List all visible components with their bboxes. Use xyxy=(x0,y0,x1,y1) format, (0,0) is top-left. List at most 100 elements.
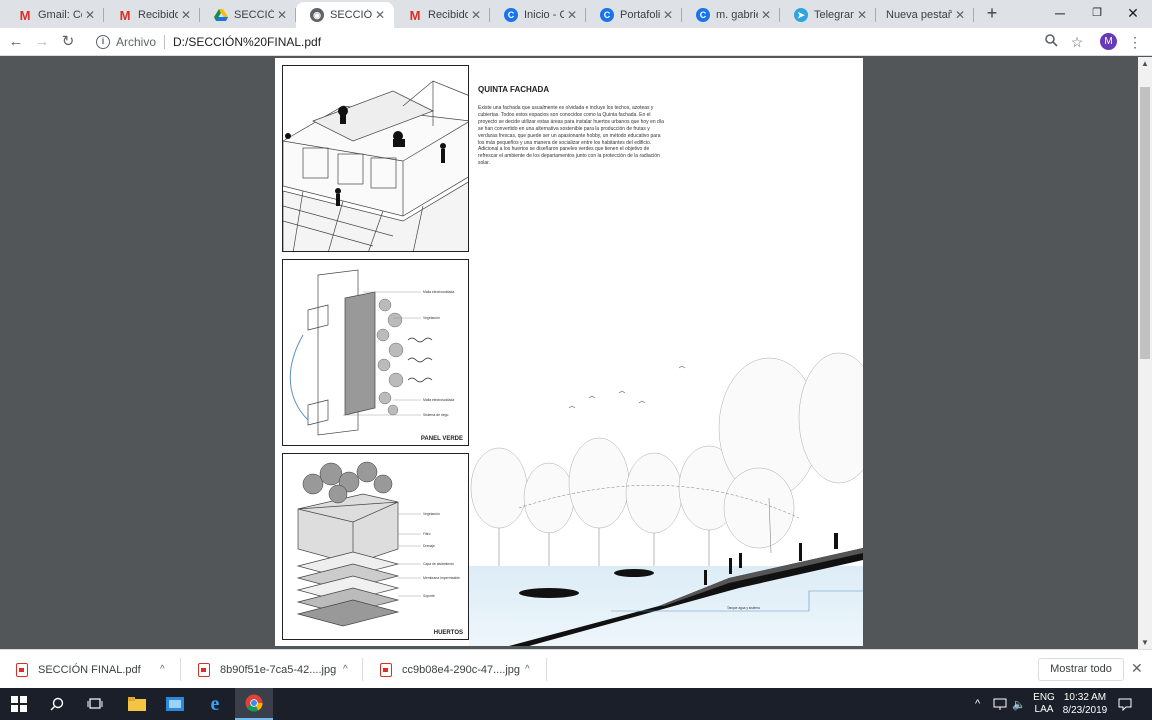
close-icon[interactable]: ✕ xyxy=(854,8,870,22)
tab-title: SECCIÓN xyxy=(234,9,274,21)
tab-telegram[interactable]: ➤ Telegram ✕ xyxy=(780,2,876,28)
green-panel-drawing: Malla electrosoldada Vegetación Malla el… xyxy=(282,259,469,446)
tab-nueva-pestana[interactable]: Nueva pestaña ✕ xyxy=(876,2,974,28)
windows-taskbar: e ^ 🔈 ENG LAA 10:32 AM 8/23/2019 xyxy=(0,688,1152,720)
store-icon[interactable] xyxy=(156,688,194,720)
scrollbar-thumb[interactable] xyxy=(1140,87,1150,359)
file-explorer-icon[interactable] xyxy=(118,688,156,720)
download-item[interactable]: cc9b08e4-290c-47....jpg ^ xyxy=(380,650,544,689)
edge-browser-icon[interactable]: e xyxy=(196,688,234,720)
tab-inicio-canva[interactable]: C Inicio - Ca ✕ xyxy=(490,2,586,28)
chevron-up-icon[interactable]: ^ xyxy=(343,664,348,675)
panel-label: Malla electrosoldada xyxy=(423,290,454,294)
close-icon[interactable]: ✕ xyxy=(952,8,968,22)
language-indicator[interactable]: ENG LAA xyxy=(1030,688,1058,720)
section-label: Tanque agua y sistema xyxy=(727,606,760,610)
pdf-file-icon xyxy=(16,662,28,677)
clock[interactable]: 10:32 AM 8/23/2019 xyxy=(1060,688,1110,720)
downloads-bar: SECCIÓN FINAL.pdf ^ 8b90f51e-7ca5-42....… xyxy=(0,649,1152,688)
close-icon[interactable]: ✕ xyxy=(564,8,580,22)
bookmark-star-icon[interactable]: ☆ xyxy=(1067,32,1087,52)
tray-overflow-chevron-icon[interactable]: ^ xyxy=(975,688,980,720)
tab-seccion-final[interactable]: ◉ SECCIÓN F ✕ xyxy=(296,2,394,28)
close-icon[interactable]: ✕ xyxy=(82,8,98,22)
gmail-icon: M xyxy=(19,7,31,23)
image-file-icon xyxy=(198,662,210,677)
tab-title: Nueva pestaña xyxy=(886,9,952,21)
browser-toolbar: ← → ↻ i Archivo D:/SECCIÓN%20FINAL.pdf ☆… xyxy=(0,28,1152,56)
windows-start-icon[interactable] xyxy=(0,688,38,720)
panel-label: Malla electrosoldada xyxy=(423,398,454,402)
search-icon[interactable] xyxy=(38,688,76,720)
download-item[interactable]: SECCIÓN FINAL.pdf ^ xyxy=(16,650,180,689)
tab-title: Portafolio xyxy=(620,9,660,21)
tab-seccion-drive[interactable]: SECCIÓN ✕ xyxy=(200,2,296,28)
security-label: Archivo xyxy=(116,35,157,49)
info-icon[interactable]: i xyxy=(96,35,110,49)
google-drive-icon xyxy=(214,8,228,22)
tab-strip: M Gmail: Cor ✕ M Recibidos ✕ SECCIÓN ✕ ◉… xyxy=(0,0,1152,28)
tab-title: m. gabriel xyxy=(716,9,758,21)
zoom-search-icon[interactable] xyxy=(1041,32,1061,52)
close-icon[interactable]: ✕ xyxy=(1131,660,1143,677)
tab-title: Gmail: Cor xyxy=(38,9,82,21)
chevron-up-icon[interactable]: ^ xyxy=(160,664,165,675)
show-all-button[interactable]: Mostrar todo xyxy=(1038,658,1124,681)
vertical-scrollbar[interactable]: ▲ ▼ xyxy=(1138,57,1152,649)
close-icon[interactable]: ✕ xyxy=(468,8,484,22)
download-item[interactable]: 8b90f51e-7ca5-42....jpg ^ xyxy=(198,650,362,689)
gmail-icon: M xyxy=(119,7,131,23)
address-bar[interactable]: i Archivo D:/SECCIÓN%20FINAL.pdf xyxy=(88,31,1088,53)
notification-icon[interactable] xyxy=(1118,688,1132,720)
panel-caption: HUERTOS xyxy=(433,630,463,636)
canva-icon: C xyxy=(600,8,614,22)
panel-label: Drenaje xyxy=(423,544,435,548)
panel-caption: PANEL VERDE xyxy=(420,436,463,442)
window-close-button[interactable]: ✕ xyxy=(1110,0,1152,28)
close-icon[interactable]: ✕ xyxy=(274,8,290,22)
panel-label: Soporte xyxy=(423,594,435,598)
url-text: D:/SECCIÓN%20FINAL.pdf xyxy=(173,35,322,49)
profile-avatar[interactable]: M xyxy=(1100,33,1117,50)
volume-icon[interactable]: 🔈 xyxy=(1012,688,1026,720)
task-view-icon[interactable] xyxy=(76,688,114,720)
tab-recibidos[interactable]: M Recibidos ✕ xyxy=(104,2,200,28)
close-icon[interactable]: ✕ xyxy=(758,8,774,22)
tab-title: Recibidos xyxy=(138,9,178,21)
back-arrow-icon[interactable]: ← xyxy=(6,32,26,52)
download-filename: SECCIÓN FINAL.pdf xyxy=(38,663,141,676)
telegram-icon: ➤ xyxy=(794,8,808,22)
tab-recibidos-2[interactable]: M Recibidos ✕ xyxy=(394,2,490,28)
forward-arrow-icon[interactable]: → xyxy=(32,32,52,52)
tab-portafolio[interactable]: C Portafolio ✕ xyxy=(586,2,682,28)
new-tab-button[interactable]: + xyxy=(982,3,1002,23)
panel-label: Vegetación xyxy=(423,512,440,516)
panel-label: Filtro xyxy=(423,532,431,536)
gmail-icon: M xyxy=(409,7,421,23)
clock-date: 8/23/2019 xyxy=(1062,705,1108,716)
reload-icon[interactable]: ↻ xyxy=(58,32,78,52)
tab-title: SECCIÓN F xyxy=(330,9,372,21)
tab-m-gabriel[interactable]: C m. gabriel ✕ xyxy=(682,2,780,28)
scroll-up-arrow-icon[interactable]: ▲ xyxy=(1141,59,1149,68)
menu-kebab-icon[interactable]: ⋮ xyxy=(1125,32,1145,52)
tab-gmail[interactable]: M Gmail: Cor ✕ xyxy=(4,2,104,28)
section-heading: QUINTA FACHADA xyxy=(478,85,550,94)
network-icon[interactable] xyxy=(993,688,1007,720)
section-body-text: Existe una fachada que usualmente es olv… xyxy=(478,105,664,167)
globe-icon: ◉ xyxy=(310,8,324,22)
download-filename: 8b90f51e-7ca5-42....jpg xyxy=(220,663,337,676)
pdf-page: QUINTA FACHADA Existe una fachada que us… xyxy=(275,58,863,646)
canva-icon: C xyxy=(504,8,518,22)
close-icon[interactable]: ✕ xyxy=(660,8,676,22)
tab-title: Recibidos xyxy=(428,9,468,21)
close-icon[interactable]: ✕ xyxy=(178,8,194,22)
scroll-down-arrow-icon[interactable]: ▼ xyxy=(1141,638,1149,647)
panel-label: Capa de aislamiento xyxy=(423,562,454,566)
chrome-browser-icon[interactable] xyxy=(235,688,273,720)
landscape-section-illustration: Tanque agua y sistema xyxy=(469,348,863,646)
pdf-viewer[interactable]: QUINTA FACHADA Existe una fachada que us… xyxy=(0,57,1152,649)
close-icon[interactable]: ✕ xyxy=(372,8,388,22)
panel-label: Membrana Impermeable xyxy=(423,576,460,580)
chevron-up-icon[interactable]: ^ xyxy=(525,664,530,675)
